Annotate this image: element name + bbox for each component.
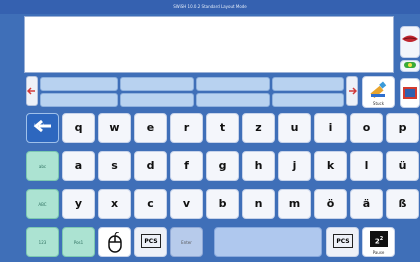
key-u[interactable]: u (278, 113, 311, 143)
key-t[interactable]: t (206, 113, 239, 143)
edit-button[interactable]: Stuck (362, 76, 395, 108)
zoom-icon: 22 (370, 231, 388, 247)
speak-button[interactable] (400, 26, 420, 58)
numbers-button[interactable]: 123 (26, 227, 59, 257)
key-r[interactable]: r (170, 113, 203, 143)
key-e[interactable]: e (134, 113, 167, 143)
key-i[interactable]: i (314, 113, 347, 143)
key-b[interactable]: b (206, 189, 239, 219)
key-ue[interactable]: ü (386, 151, 419, 181)
zoom-button[interactable]: 22 Pause (362, 227, 395, 257)
backspace-button[interactable]: Löschen (26, 113, 59, 143)
key-l[interactable]: l (350, 151, 383, 181)
prediction-cell[interactable] (272, 77, 344, 91)
key-m[interactable]: m (278, 189, 311, 219)
mouse-icon (108, 232, 122, 253)
prediction-left-button[interactable] (26, 76, 38, 106)
prediction-right-button[interactable] (346, 76, 358, 106)
key-x[interactable]: x (98, 189, 131, 219)
prediction-cell[interactable] (40, 77, 118, 91)
prediction-cell[interactable] (120, 77, 194, 91)
prediction-cell[interactable] (40, 93, 118, 107)
prediction-cell[interactable] (196, 93, 270, 107)
pcs-button-left[interactable]: PCS (134, 227, 167, 257)
key-q[interactable]: q (62, 113, 95, 143)
key-o[interactable]: o (350, 113, 383, 143)
right-arrow-icon (349, 87, 358, 95)
book-icon (403, 87, 417, 99)
pcs-symbol-icon: PCS (333, 234, 353, 248)
edit-pencil-icon (370, 81, 387, 99)
key-w[interactable]: w (98, 113, 131, 143)
space-bar[interactable] (214, 227, 322, 257)
pcs-symbol-icon: PCS (141, 234, 161, 248)
clear-button[interactable] (400, 60, 420, 72)
key-ae[interactable]: ä (350, 189, 383, 219)
key-p[interactable]: p (386, 113, 419, 143)
sidebar-edit-button[interactable] (400, 78, 420, 108)
prediction-cell[interactable] (120, 93, 194, 107)
pos1-button[interactable]: Pos1 (62, 227, 95, 257)
key-h[interactable]: h (242, 151, 275, 181)
prediction-cell[interactable] (272, 93, 344, 107)
key-z[interactable]: z (242, 113, 275, 143)
key-v[interactable]: v (170, 189, 203, 219)
speak-lips-icon (402, 35, 418, 42)
key-f[interactable]: f (170, 151, 203, 181)
key-sz[interactable]: ß (386, 189, 419, 219)
key-a[interactable]: a (62, 151, 95, 181)
key-k[interactable]: k (314, 151, 347, 181)
key-oe[interactable]: ö (314, 189, 347, 219)
text-output-area[interactable] (24, 16, 394, 73)
key-s[interactable]: s (98, 151, 131, 181)
abc-lower-button[interactable]: abc (26, 151, 59, 181)
window-title: SWiSH 10.0.2 Standard Layout Mode (0, 0, 420, 14)
pcs-button-right[interactable]: PCS (326, 227, 359, 257)
key-c[interactable]: c (134, 189, 167, 219)
key-n[interactable]: n (242, 189, 275, 219)
left-arrow-icon (26, 87, 35, 95)
key-d[interactable]: d (134, 151, 167, 181)
prediction-cell[interactable] (196, 77, 270, 91)
abc-upper-button[interactable]: ABC (26, 189, 59, 219)
key-j[interactable]: j (278, 151, 311, 181)
clear-icon (404, 62, 416, 68)
enter-button[interactable]: Enter (170, 227, 203, 257)
key-y[interactable]: y (62, 189, 95, 219)
key-g[interactable]: g (206, 151, 239, 181)
mouse-button[interactable] (98, 227, 131, 257)
